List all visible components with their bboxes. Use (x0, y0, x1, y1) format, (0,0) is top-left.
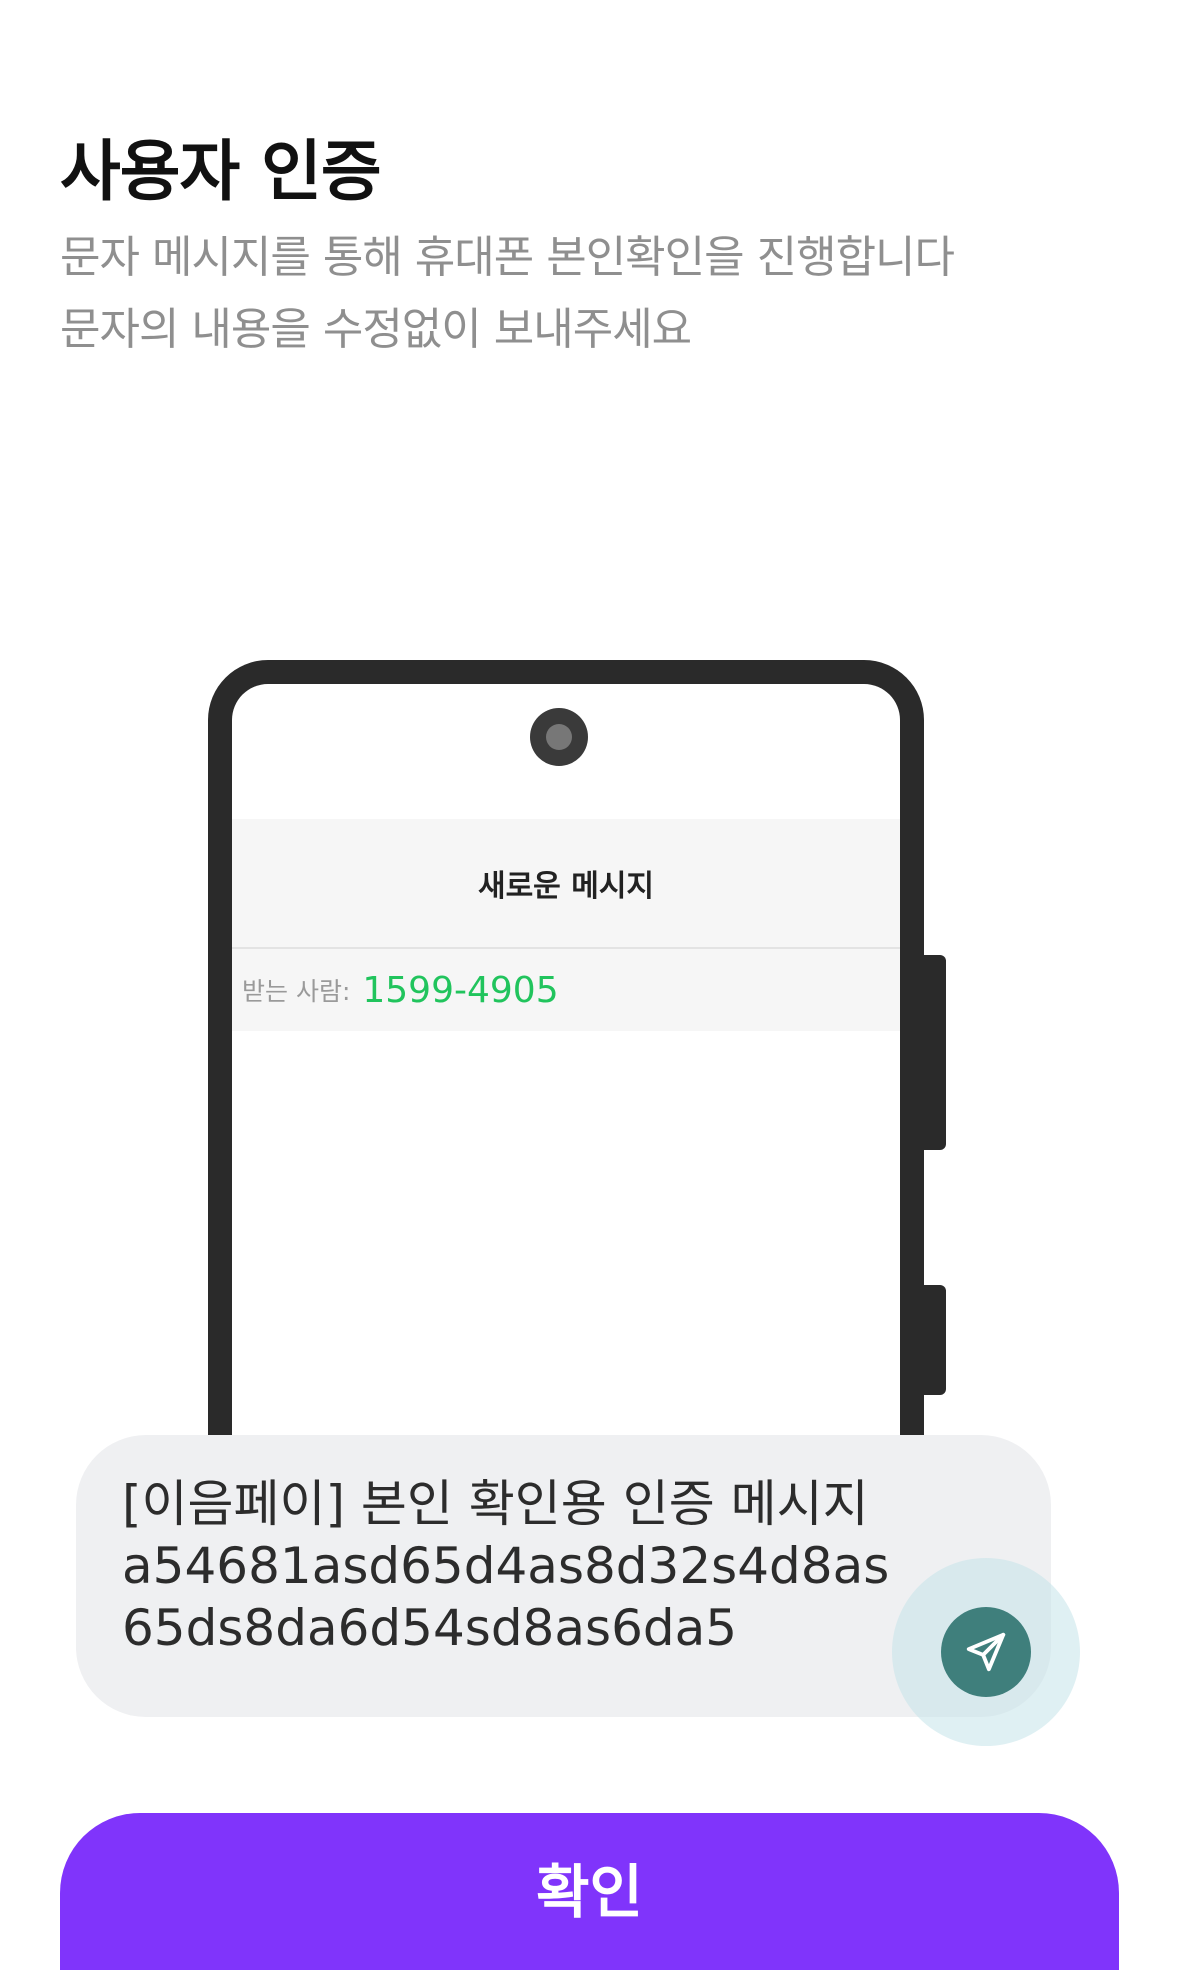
phone-side-button-lower (924, 1285, 946, 1395)
paper-plane-icon (966, 1632, 1006, 1672)
recipient-number: 1599-4905 (362, 969, 559, 1011)
message-line-1: [이음페이] 본인 확인용 인증 메시지 (122, 1475, 869, 1533)
send-button[interactable] (941, 1607, 1031, 1697)
subtitle-line-1: 문자 메시지를 통해 휴대폰 본인확인을 진행합니다 (60, 232, 955, 283)
camera-icon (530, 708, 588, 766)
message-line-2: a54681asd65d4as8d32s4d8as (122, 1537, 890, 1595)
phone-illustration: 새로운 메시지 받는 사람: 1599-4905 (208, 660, 924, 1480)
message-line-3: 65ds8da6d54sd8as6da5 (122, 1599, 738, 1657)
page-title: 사용자 인증 (60, 133, 382, 210)
phone-side-button (924, 955, 946, 1150)
recipient-row: 받는 사람: 1599-4905 (232, 949, 900, 1031)
page-subtitle: 문자 메시지를 통해 휴대폰 본인확인을 진행합니다 문자의 내용을 수정없이 … (60, 222, 955, 366)
confirm-button[interactable]: 확인 (60, 1813, 1119, 1970)
new-message-header: 새로운 메시지 (232, 819, 900, 949)
recipient-label: 받는 사람: (242, 977, 351, 1006)
subtitle-line-2: 문자의 내용을 수정없이 보내주세요 (60, 304, 692, 355)
